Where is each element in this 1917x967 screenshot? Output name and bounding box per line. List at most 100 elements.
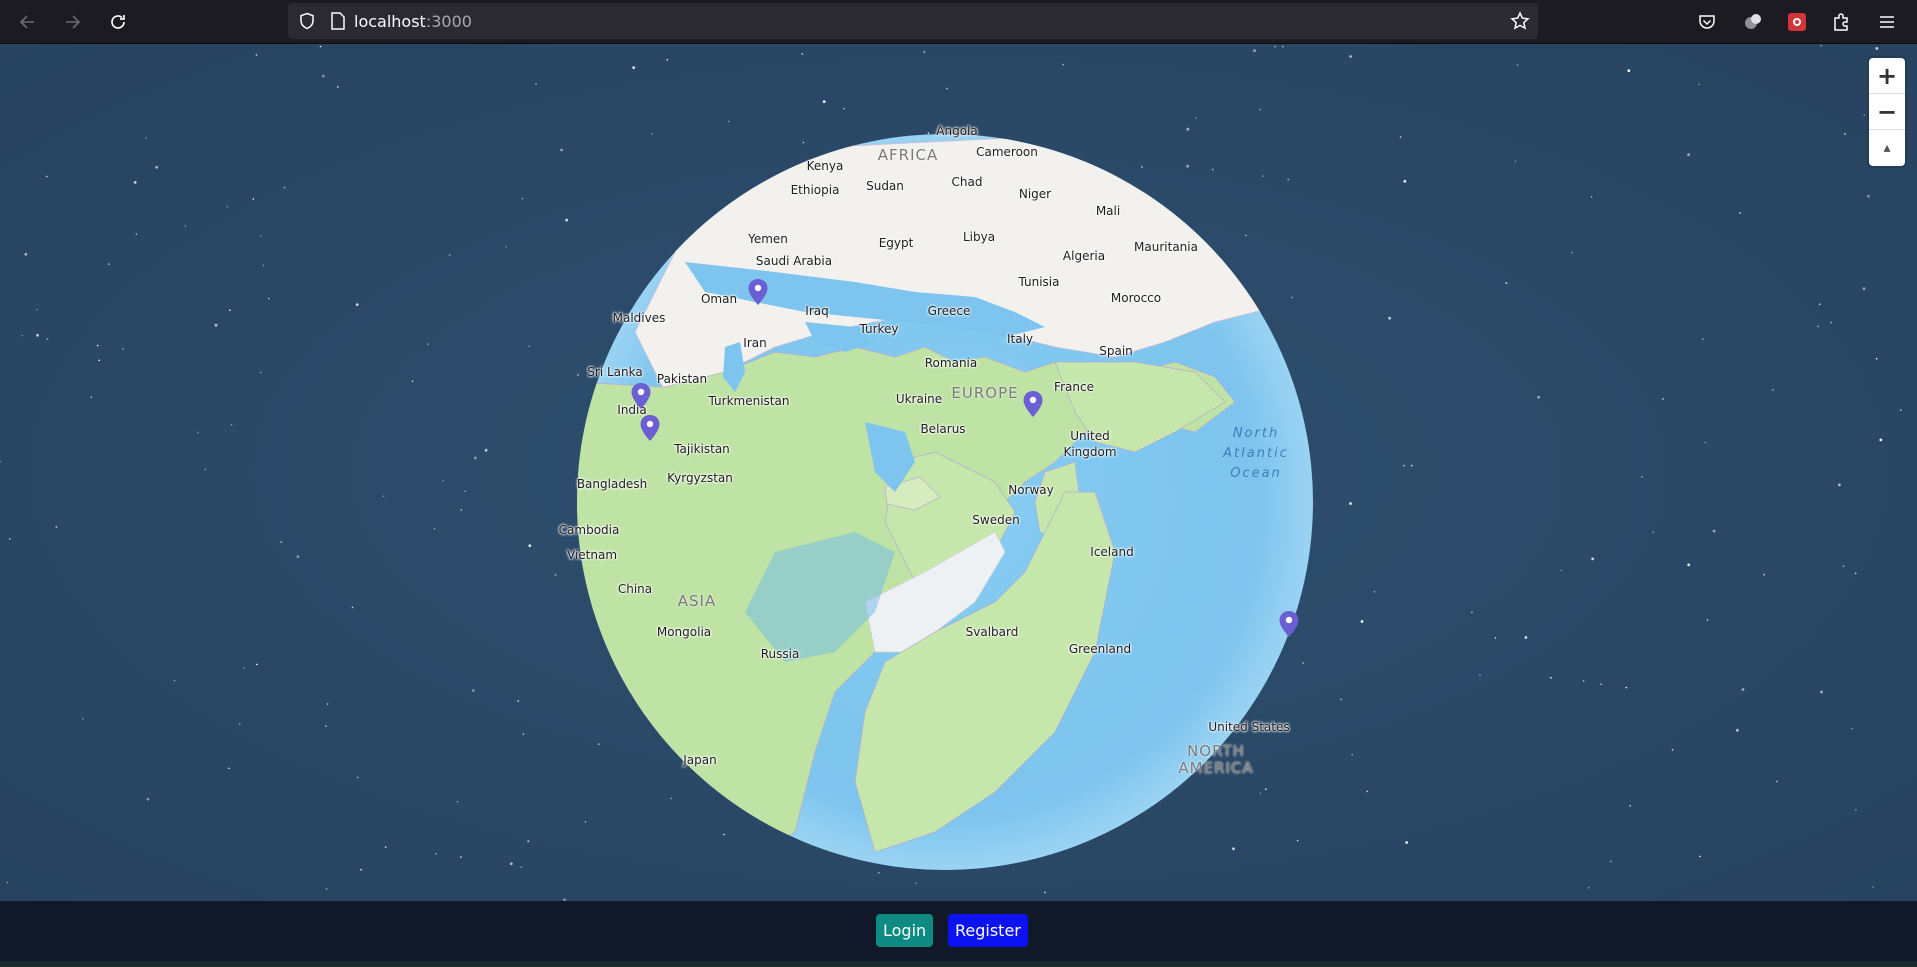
star bbox=[1410, 464, 1413, 467]
bookmark-star-icon[interactable] bbox=[1510, 11, 1530, 31]
label-china: China bbox=[617, 582, 653, 596]
label-egypt: Egypt bbox=[878, 236, 914, 250]
forward-arrow-icon[interactable] bbox=[56, 6, 88, 38]
star bbox=[1044, 891, 1046, 894]
star bbox=[260, 371, 262, 374]
label-sri-lanka: Sri Lanka bbox=[587, 365, 643, 379]
label-mauritania: Mauritania bbox=[1134, 240, 1198, 254]
label-chad: Chad bbox=[951, 175, 983, 189]
map-marker-pin-icon[interactable] bbox=[1278, 610, 1300, 638]
label-ethiopia: Ethiopia bbox=[790, 183, 840, 197]
label-oman: Oman bbox=[700, 292, 738, 306]
star bbox=[321, 74, 325, 78]
label-tajikistan: Tajikistan bbox=[674, 442, 730, 456]
account-icon[interactable] bbox=[1737, 6, 1769, 38]
star bbox=[801, 53, 804, 55]
star bbox=[155, 165, 159, 169]
star bbox=[1373, 591, 1376, 593]
star bbox=[1652, 531, 1654, 533]
star bbox=[90, 396, 93, 399]
url-bar[interactable]: localhost:3000 bbox=[288, 3, 1538, 39]
star bbox=[1571, 251, 1573, 254]
star bbox=[1627, 69, 1631, 73]
star bbox=[1671, 748, 1674, 751]
map-marker-pin-icon[interactable] bbox=[747, 278, 769, 306]
star bbox=[214, 323, 218, 327]
browser-toolbar: localhost:3000 bbox=[0, 0, 1917, 44]
label-north-america: NORTH AMERICA bbox=[1178, 742, 1254, 777]
label-cameroon: Cameroon bbox=[976, 145, 1038, 159]
star bbox=[1550, 676, 1552, 679]
star bbox=[527, 840, 529, 842]
star bbox=[560, 148, 563, 152]
label-belarus: Belarus bbox=[920, 422, 966, 436]
star bbox=[484, 448, 488, 452]
star bbox=[435, 852, 437, 855]
label-greenland: Greenland bbox=[1068, 642, 1132, 656]
star bbox=[326, 703, 329, 705]
back-arrow-icon[interactable] bbox=[12, 6, 44, 38]
star bbox=[1403, 464, 1405, 467]
register-button[interactable]: Register bbox=[948, 914, 1028, 947]
star bbox=[1862, 287, 1866, 291]
label-morocco: Morocco bbox=[1110, 291, 1162, 305]
star bbox=[1772, 389, 1774, 391]
label-asia: ASIA bbox=[677, 592, 717, 610]
login-button[interactable]: Login bbox=[876, 914, 934, 947]
star bbox=[1851, 727, 1853, 730]
star bbox=[337, 86, 339, 88]
star bbox=[460, 509, 463, 511]
star bbox=[96, 344, 99, 347]
label-united-states: United States bbox=[1208, 720, 1290, 734]
star bbox=[509, 862, 513, 866]
label-iceland: Iceland bbox=[1090, 545, 1134, 559]
star bbox=[256, 663, 258, 666]
star bbox=[173, 679, 176, 682]
star bbox=[1820, 44, 1822, 47]
star bbox=[21, 334, 24, 337]
url-text[interactable]: localhost:3000 bbox=[354, 12, 472, 31]
label-russia: Russia bbox=[760, 647, 800, 661]
label-cambodia: Cambodia bbox=[558, 523, 620, 537]
star bbox=[1403, 179, 1407, 183]
map-marker-pin-icon[interactable] bbox=[639, 414, 661, 442]
star bbox=[1494, 637, 1497, 639]
star bbox=[1699, 855, 1701, 858]
star bbox=[1698, 83, 1700, 86]
label-united-kingdom: United Kingdom bbox=[1063, 429, 1117, 459]
label-pakistan: Pakistan bbox=[656, 372, 708, 386]
label-iran: Iran bbox=[743, 336, 767, 350]
label-niger: Niger bbox=[1018, 187, 1052, 201]
star bbox=[1405, 841, 1408, 844]
star bbox=[1820, 690, 1823, 694]
star bbox=[1516, 64, 1519, 66]
star bbox=[1582, 680, 1585, 682]
menu-icon[interactable] bbox=[1871, 6, 1903, 38]
star bbox=[1600, 683, 1602, 686]
star bbox=[505, 246, 508, 248]
star bbox=[442, 479, 445, 482]
map-marker-pin-icon[interactable] bbox=[630, 382, 652, 410]
star bbox=[923, 51, 926, 53]
star bbox=[82, 718, 84, 720]
reload-icon[interactable] bbox=[102, 6, 134, 38]
footer-bar: Login Register bbox=[0, 901, 1917, 961]
label-sudan: Sudan bbox=[866, 179, 904, 193]
extension-icon[interactable] bbox=[1781, 6, 1813, 38]
label-africa: AFRICA bbox=[877, 146, 939, 164]
pocket-icon[interactable] bbox=[1691, 6, 1723, 38]
globe-map[interactable]: Angola Kenya AFRICA Cameroon Ethiopia Su… bbox=[0, 44, 1917, 901]
puzzle-icon[interactable] bbox=[1825, 6, 1857, 38]
compass-icon[interactable]: ▴ bbox=[1869, 130, 1905, 166]
zoom-out-button[interactable]: − bbox=[1869, 94, 1905, 130]
url-host: localhost bbox=[354, 11, 426, 31]
zoom-in-button[interactable]: + bbox=[1869, 58, 1905, 94]
star bbox=[1662, 398, 1664, 400]
url-port: :3000 bbox=[425, 11, 472, 31]
star bbox=[1702, 338, 1704, 341]
shield-icon[interactable] bbox=[298, 12, 316, 30]
star bbox=[36, 308, 38, 311]
star bbox=[36, 333, 39, 337]
map-marker-pin-icon[interactable] bbox=[1022, 390, 1044, 418]
star bbox=[1641, 476, 1643, 478]
